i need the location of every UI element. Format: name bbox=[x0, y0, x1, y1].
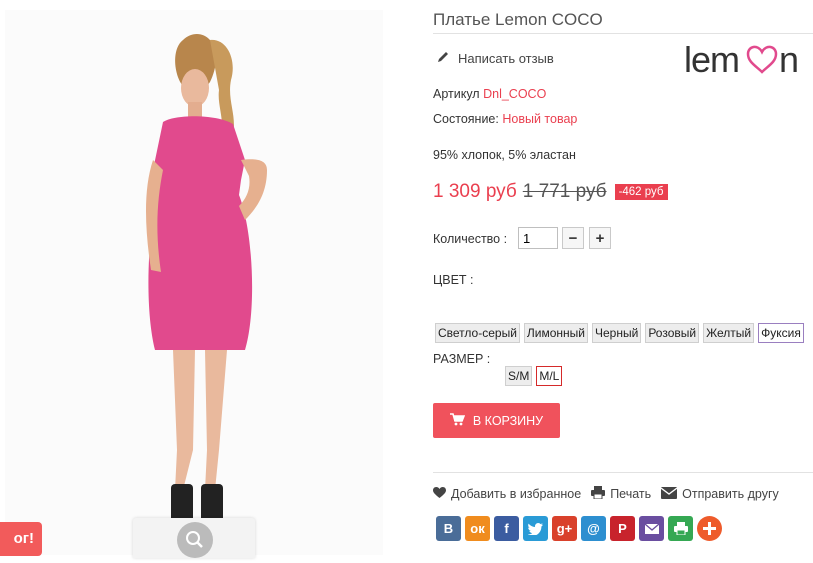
svg-text:n: n bbox=[779, 39, 799, 78]
cart-icon bbox=[449, 412, 466, 429]
write-review-label: Написать отзыв bbox=[458, 50, 554, 66]
color-label: ЦВЕТ : bbox=[433, 273, 474, 287]
divider bbox=[433, 33, 813, 34]
color-option-yellow[interactable]: Желтый bbox=[703, 323, 755, 343]
quantity-label: Количество : bbox=[433, 232, 508, 246]
share-buttons: В ок f g+ @ P bbox=[436, 516, 722, 541]
product-image[interactable] bbox=[5, 10, 383, 555]
svg-text:lem: lem bbox=[684, 39, 739, 78]
size-options: S/M M/L bbox=[505, 366, 563, 386]
print-link[interactable]: Печать bbox=[591, 486, 651, 502]
magnify-icon[interactable] bbox=[177, 522, 213, 558]
plus-icon bbox=[703, 522, 716, 535]
pencil-icon bbox=[437, 50, 450, 66]
color-options: Светло-серый Лимонный Черный Розовый Жел… bbox=[435, 323, 804, 343]
color-option-lemon[interactable]: Лимонный bbox=[523, 323, 588, 343]
divider bbox=[433, 472, 813, 473]
size-option-ml[interactable]: M/L bbox=[536, 366, 563, 386]
add-to-cart-button[interactable]: В КОРЗИНУ bbox=[433, 403, 560, 438]
odnoklassniki-share-button[interactable]: ок bbox=[465, 516, 490, 541]
size-label: РАЗМЕР : bbox=[433, 352, 491, 366]
mail-share-button[interactable] bbox=[639, 516, 664, 541]
more-share-button[interactable] bbox=[697, 516, 722, 541]
brand-logo[interactable]: lem n bbox=[684, 38, 812, 80]
print-icon bbox=[673, 522, 688, 535]
email-share-button[interactable]: @ bbox=[581, 516, 606, 541]
discount-badge: -462 руб bbox=[614, 184, 668, 200]
price-row: 1 309 руб 1 771 руб -462 руб bbox=[433, 181, 668, 203]
print-icon bbox=[591, 486, 606, 502]
material-description: 95% хлопок, 5% эластан bbox=[433, 148, 576, 162]
quantity-input[interactable] bbox=[518, 227, 558, 249]
product-photo bbox=[146, 34, 267, 524]
facebook-share-button[interactable]: f bbox=[494, 516, 519, 541]
color-option-fuchsia[interactable]: Фуксия bbox=[758, 323, 804, 343]
sku-value: Dnl_COCO bbox=[483, 87, 547, 101]
add-to-favorites-label: Добавить в избранное bbox=[451, 487, 582, 501]
heart-icon bbox=[433, 486, 446, 502]
vk-share-button[interactable]: В bbox=[436, 516, 461, 541]
googleplus-share-button[interactable]: g+ bbox=[552, 516, 577, 541]
send-to-friend-label: Отправить другу bbox=[682, 487, 779, 501]
condition-value: Новый товар bbox=[502, 112, 578, 126]
actions-row: Добавить в избранное Печать Отправить др… bbox=[433, 486, 779, 502]
write-review-link[interactable]: Написать отзыв bbox=[437, 50, 554, 66]
twitter-icon bbox=[528, 522, 543, 535]
send-to-friend-link[interactable]: Отправить другу bbox=[660, 486, 779, 502]
twitter-share-button[interactable] bbox=[523, 516, 548, 541]
current-price: 1 309 руб bbox=[433, 181, 517, 202]
condition-label: Состояние: bbox=[433, 112, 499, 126]
product-title: Платье Lemon COCO bbox=[433, 10, 603, 29]
condition-line: Состояние: Новый товар bbox=[433, 112, 577, 126]
quantity-increase-button[interactable]: + bbox=[589, 227, 611, 249]
envelope-icon bbox=[644, 523, 659, 534]
color-option-pink[interactable]: Розовый bbox=[645, 323, 700, 343]
promo-badge[interactable]: ог! bbox=[0, 522, 42, 556]
sku-line: Артикул Dnl_COCO bbox=[433, 87, 546, 101]
print-share-button[interactable] bbox=[668, 516, 693, 541]
pinterest-share-button[interactable]: P bbox=[610, 516, 635, 541]
add-to-cart-label: В КОРЗИНУ bbox=[472, 413, 544, 428]
size-option-sm[interactable]: S/M bbox=[505, 366, 533, 386]
envelope-icon bbox=[660, 486, 678, 502]
color-option-light-gray[interactable]: Светло-серый bbox=[435, 323, 520, 343]
quantity-decrease-button[interactable]: − bbox=[562, 227, 584, 249]
color-option-black[interactable]: Черный bbox=[592, 323, 642, 343]
sku-label: Артикул bbox=[433, 87, 480, 101]
old-price: 1 771 руб bbox=[522, 181, 607, 202]
print-label: Печать bbox=[610, 487, 652, 501]
add-to-favorites-link[interactable]: Добавить в избранное bbox=[433, 486, 582, 502]
